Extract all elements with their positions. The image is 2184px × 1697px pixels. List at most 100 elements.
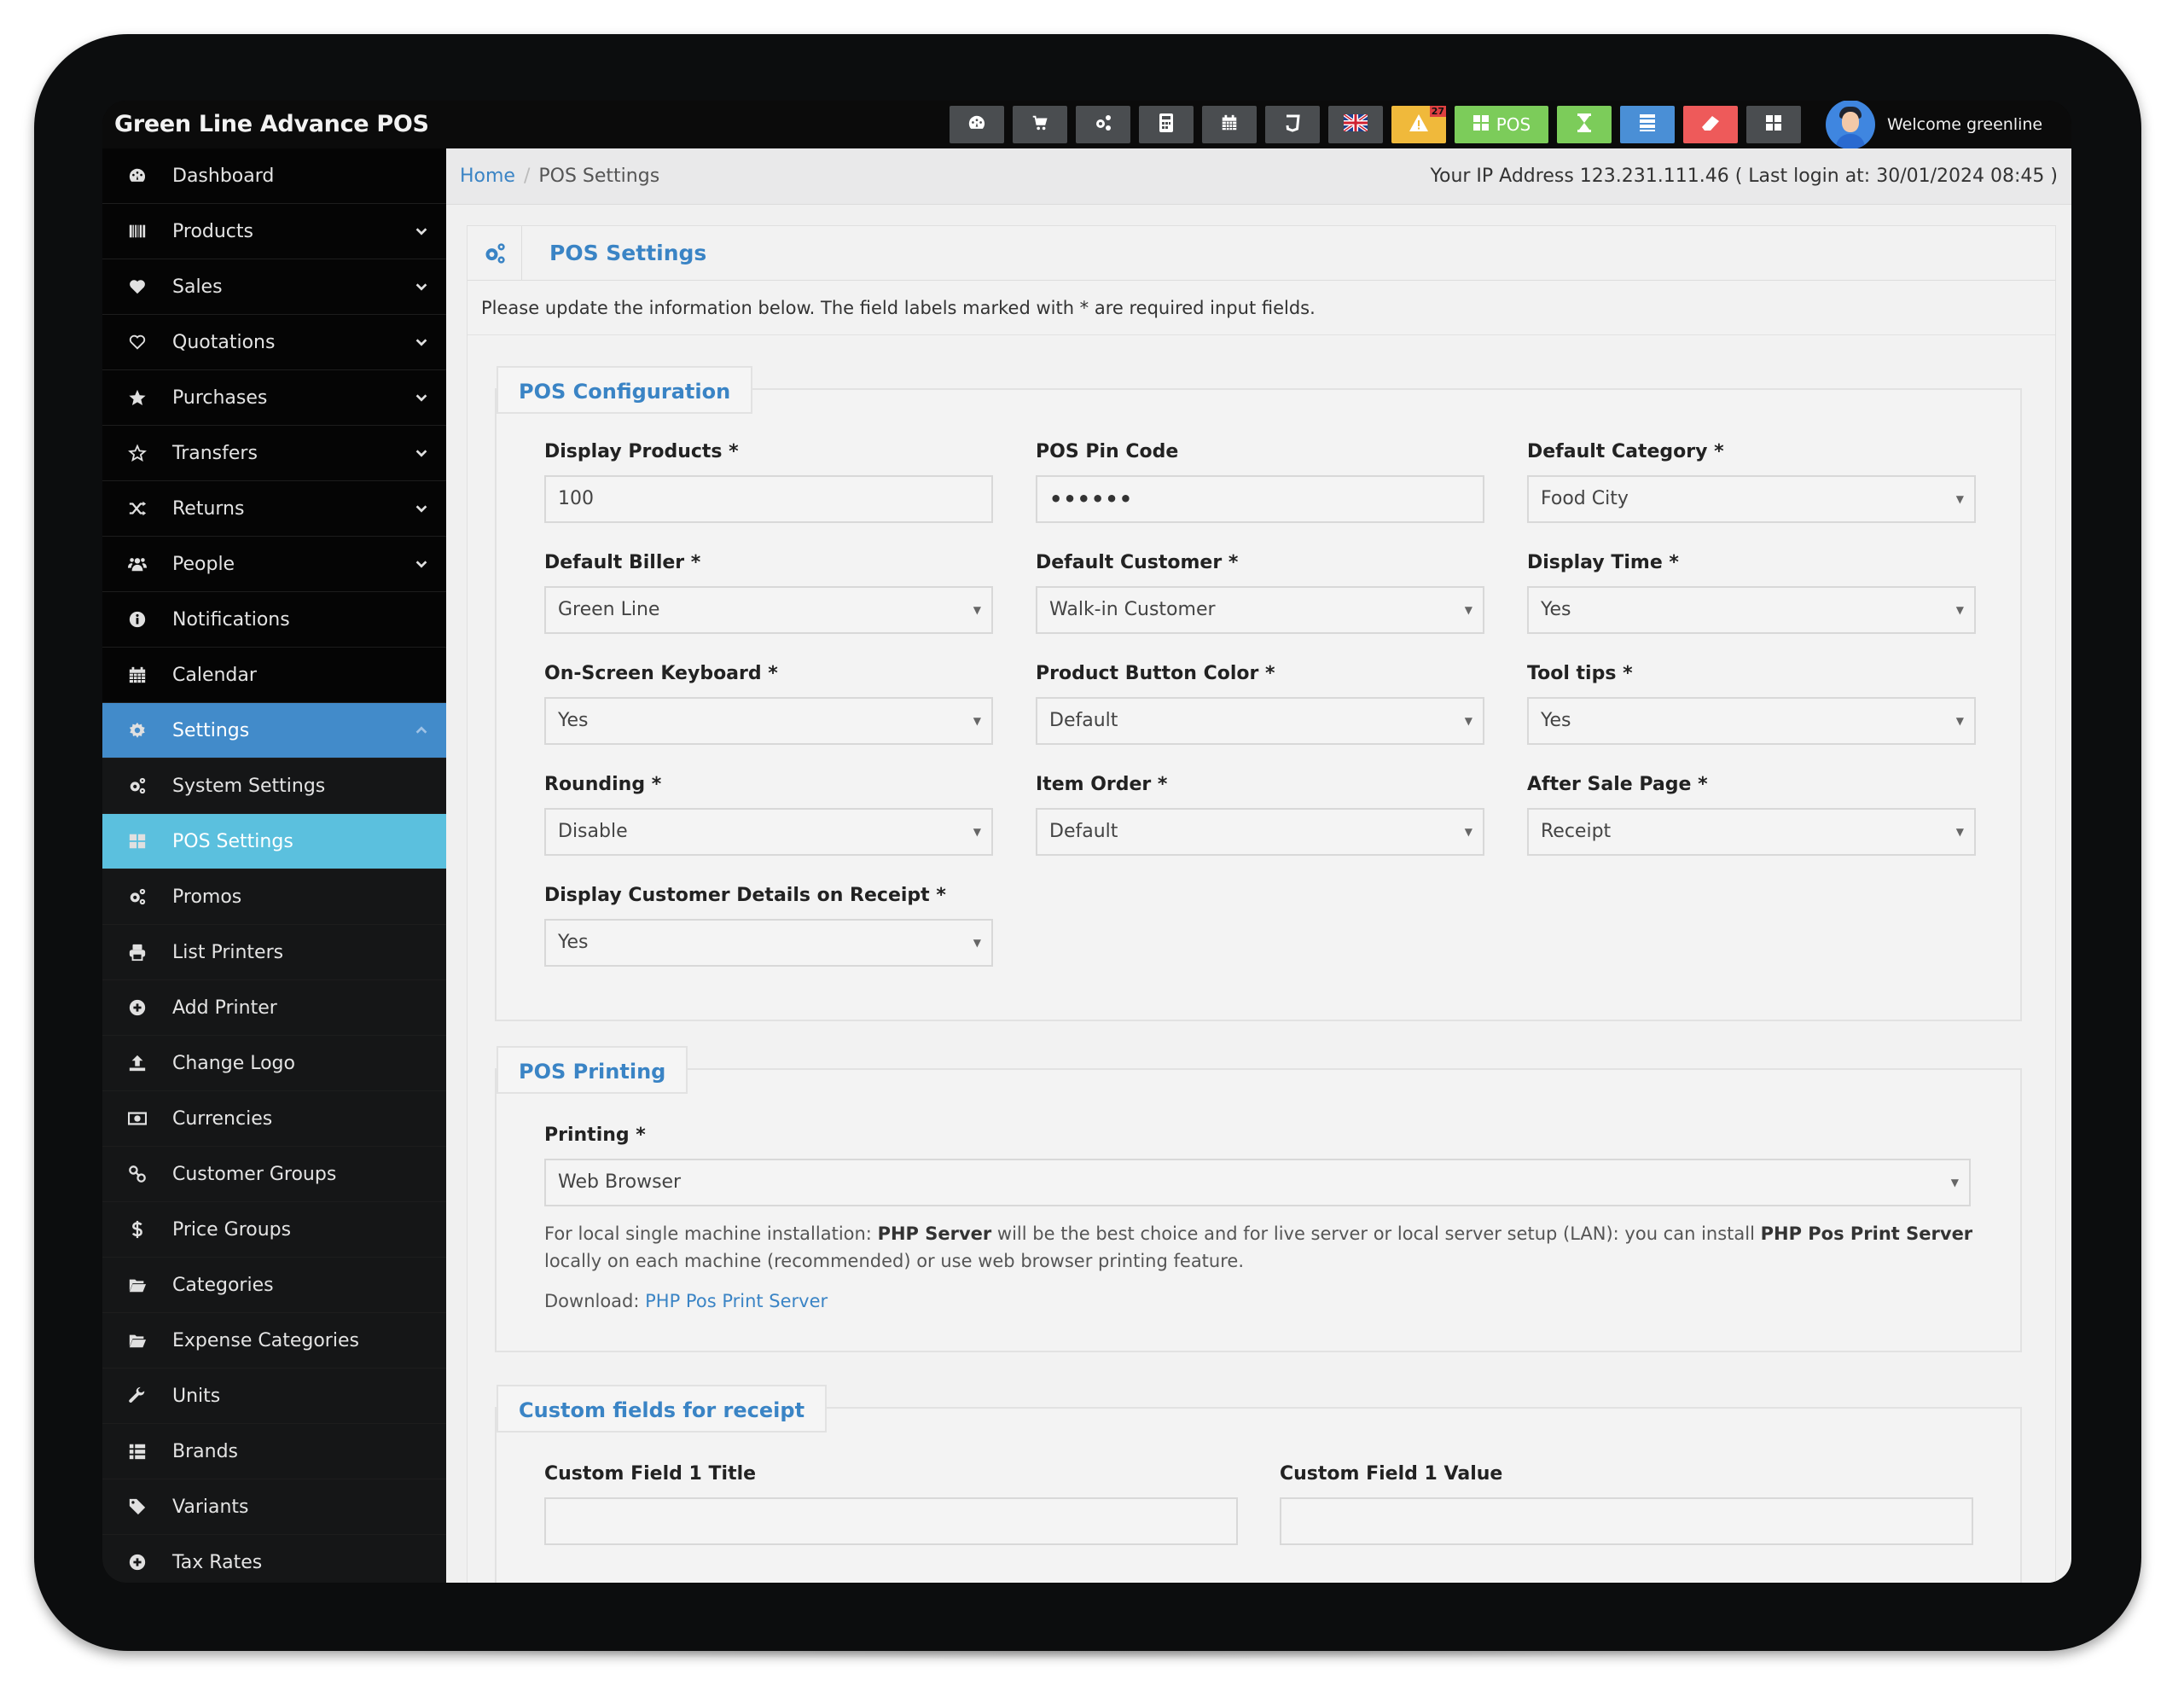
sidebar-item-expense-categories[interactable]: Expense Categories xyxy=(102,1313,446,1369)
sidebar-item-transfers[interactable]: Transfers xyxy=(102,426,446,481)
help-text-part: locally on each machine (recommended) or… xyxy=(544,1251,1244,1271)
register-button[interactable] xyxy=(1557,106,1612,143)
help-text-bold: PHP Pos Print Server xyxy=(1760,1223,1973,1244)
item-order-field: Item Order * Default ▼ xyxy=(1036,772,1484,856)
plus-circle-icon xyxy=(102,1553,172,1572)
display-customer-details-on-receipt-select[interactable]: Yes ▼ xyxy=(544,919,993,967)
calendar-icon xyxy=(102,665,172,684)
help-text-bold: PHP Server xyxy=(877,1223,992,1244)
clear-button[interactable] xyxy=(1683,106,1738,143)
user-menu[interactable]: Welcome greenline xyxy=(1826,101,2042,149)
page-title: POS Settings xyxy=(549,241,707,265)
app-title: Green Line Advance POS xyxy=(114,111,429,137)
default-customer-select[interactable]: Walk-in Customer ▼ xyxy=(1036,586,1484,634)
pos-pin-code-input[interactable]: •••••• xyxy=(1036,475,1484,523)
display-customer-details-on-receipt-label: Display Customer Details on Receipt * xyxy=(544,885,946,906)
item-order-label: Item Order * xyxy=(1036,774,1168,795)
app-screen: Green Line Advance POS 27 POS Welcome gr… xyxy=(102,101,2071,1583)
sidebar-item-notifications[interactable]: Notifications xyxy=(102,592,446,648)
after-sale-page-select[interactable]: Receipt ▼ xyxy=(1527,808,1976,856)
sidebar-item-variants[interactable]: Variants xyxy=(102,1479,446,1535)
alerts-button[interactable]: 27 xyxy=(1391,106,1446,143)
css3-icon xyxy=(1284,113,1301,137)
display-products-input[interactable]: 100 xyxy=(544,475,993,523)
pos-pin-code-label: POS Pin Code xyxy=(1036,441,1179,462)
avatar xyxy=(1826,101,1875,149)
cart-button[interactable] xyxy=(1013,106,1067,143)
sidebar-item-categories[interactable]: Categories xyxy=(102,1258,446,1313)
list-button[interactable] xyxy=(1620,106,1675,143)
list-icon xyxy=(102,1442,172,1461)
sidebar-item-label: Price Groups xyxy=(172,1218,292,1241)
language-button[interactable] xyxy=(1328,106,1383,143)
calendar-button[interactable] xyxy=(1202,106,1257,143)
sidebar-item-settings[interactable]: Settings xyxy=(102,703,446,758)
sidebar-item-products[interactable]: Products xyxy=(102,204,446,259)
default-category-select[interactable]: Food City ▼ xyxy=(1527,475,1976,523)
sidebar-item-quotations[interactable]: Quotations xyxy=(102,315,446,370)
sidebar-item-label: People xyxy=(172,553,235,575)
chevron-down-icon xyxy=(414,278,431,295)
tool-tips-field: Tool tips * Yes ▼ xyxy=(1527,661,1976,745)
pos-button[interactable]: POS xyxy=(1455,106,1548,143)
sidebar-item-label: Calendar xyxy=(172,664,257,686)
chevron-down-icon xyxy=(414,500,431,517)
download-line: Download: PHP Pos Print Server xyxy=(544,1287,828,1315)
sidebar-item-people[interactable]: People xyxy=(102,537,446,592)
sidebar-item-calendar[interactable]: Calendar xyxy=(102,648,446,703)
sidebar-item-returns[interactable]: Returns xyxy=(102,481,446,537)
default-biller-select[interactable]: Green Line ▼ xyxy=(544,586,993,634)
display-products-field: Display Products * 100 xyxy=(544,439,993,523)
sidebar-item-customer-groups[interactable]: Customer Groups xyxy=(102,1147,446,1202)
default-category-value: Food City xyxy=(1541,488,1629,509)
select-caret-icon: ▼ xyxy=(1955,604,1964,616)
sidebar-item-label: Expense Categories xyxy=(172,1329,359,1351)
display-time-select[interactable]: Yes ▼ xyxy=(1527,586,1976,634)
custom-field-1-value-field: Custom Field 1 Value xyxy=(1280,1462,1973,1545)
printing-select[interactable]: Web Browser ▼ xyxy=(544,1159,1971,1206)
print-server-download-link[interactable]: PHP Pos Print Server xyxy=(645,1291,828,1311)
sidebar-item-promos[interactable]: Promos xyxy=(102,869,446,925)
default-category-field: Default Category * Food City ▼ xyxy=(1527,439,1976,523)
calculator-button[interactable] xyxy=(1139,106,1194,143)
default-biller-value: Green Line xyxy=(558,599,660,620)
sidebar-item-system-settings[interactable]: System Settings xyxy=(102,758,446,814)
sidebar-item-sales[interactable]: Sales xyxy=(102,259,446,315)
tool-tips-select[interactable]: Yes ▼ xyxy=(1527,697,1976,745)
apps-button[interactable] xyxy=(1746,106,1801,143)
sidebar-item-list-printers[interactable]: List Printers xyxy=(102,925,446,980)
sidebar-item-price-groups[interactable]: Price Groups xyxy=(102,1202,446,1258)
on-screen-keyboard-select[interactable]: Yes ▼ xyxy=(544,697,993,745)
css-button[interactable] xyxy=(1265,106,1320,143)
rounding-select[interactable]: Disable ▼ xyxy=(544,808,993,856)
settings-button[interactable] xyxy=(1076,106,1130,143)
header-toolbar: 27 POS xyxy=(950,101,1801,148)
pos-printing-legend: POS Printing xyxy=(497,1046,688,1094)
sidebar-item-label: Notifications xyxy=(172,608,290,631)
pos-pin-code-field: POS Pin Code •••••• xyxy=(1036,439,1484,523)
breadcrumb-home-link[interactable]: Home xyxy=(460,166,515,187)
sidebar-item-label: Add Printer xyxy=(172,997,277,1019)
sidebar-item-currencies[interactable]: Currencies xyxy=(102,1091,446,1147)
display-time-field: Display Time * Yes ▼ xyxy=(1527,550,1976,634)
sidebar-item-tax-rates[interactable]: Tax Rates xyxy=(102,1535,446,1583)
select-caret-icon: ▼ xyxy=(1464,715,1472,727)
sidebar-item-pos-settings[interactable]: POS Settings xyxy=(102,814,446,869)
custom-field-1-value-label: Custom Field 1 Value xyxy=(1280,1463,1503,1485)
sidebar-item-purchases[interactable]: Purchases xyxy=(102,370,446,426)
sidebar-item-change-logo[interactable]: Change Logo xyxy=(102,1036,446,1091)
sidebar-item-dashboard[interactable]: Dashboard xyxy=(102,148,446,204)
product-button-color-select[interactable]: Default ▼ xyxy=(1036,697,1484,745)
custom-field-1-value-input[interactable] xyxy=(1280,1497,1973,1545)
item-order-select[interactable]: Default ▼ xyxy=(1036,808,1484,856)
sidebar-item-add-printer[interactable]: Add Printer xyxy=(102,980,446,1036)
breadcrumb: Home / POS Settings xyxy=(460,148,659,205)
dashboard-button[interactable] xyxy=(950,106,1004,143)
calendar-icon xyxy=(1220,113,1239,137)
sidebar-item-units[interactable]: Units xyxy=(102,1369,446,1424)
chevron-down-icon xyxy=(414,334,431,351)
custom-field-1-title-input[interactable] xyxy=(544,1497,1238,1545)
sidebar-item-brands[interactable]: Brands xyxy=(102,1424,446,1479)
breadcrumb-separator: / xyxy=(523,166,531,187)
info-icon xyxy=(102,610,172,629)
